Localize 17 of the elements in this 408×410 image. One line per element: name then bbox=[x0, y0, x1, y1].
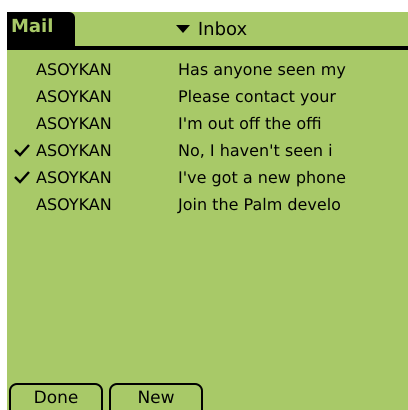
message-subject[interactable]: No, I haven't seen i bbox=[178, 141, 333, 160]
message-subject[interactable]: I've got a new phone bbox=[178, 168, 346, 187]
message-sender[interactable]: ASOYKAN bbox=[36, 114, 178, 133]
message-subject[interactable]: I'm out off the offi bbox=[178, 114, 322, 133]
message-sender[interactable]: ASOYKAN bbox=[36, 60, 178, 79]
action-button[interactable]: Done bbox=[9, 383, 103, 410]
message-sender[interactable]: ASOYKAN bbox=[36, 141, 178, 160]
app-title[interactable]: Mail bbox=[7, 12, 75, 46]
dropdown-triangle-icon bbox=[176, 25, 190, 33]
message-sender[interactable]: ASOYKAN bbox=[36, 168, 178, 187]
message-subject[interactable]: Has anyone seen my bbox=[178, 60, 346, 79]
message-subject[interactable]: Join the Palm develo bbox=[178, 195, 341, 214]
folder-dropdown[interactable]: Inbox bbox=[75, 12, 408, 46]
message-sender[interactable]: ASOYKAN bbox=[36, 87, 178, 106]
message-subject[interactable]: Please contact your bbox=[178, 87, 336, 106]
action-button[interactable]: New bbox=[109, 383, 203, 410]
message-sender[interactable]: ASOYKAN bbox=[36, 195, 178, 214]
